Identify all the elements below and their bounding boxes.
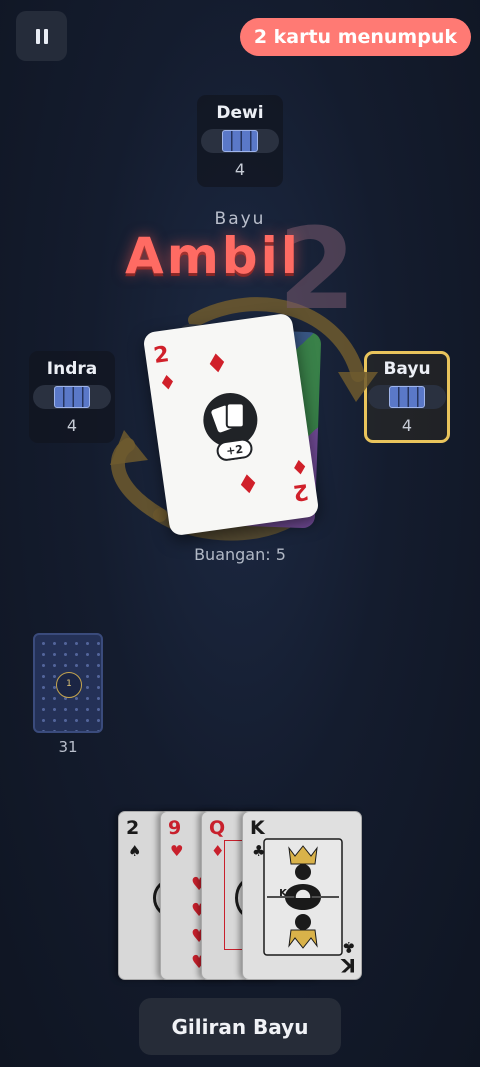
draw-pile[interactable]: 1 <box>33 633 103 733</box>
discard-count: Buangan: 5 <box>194 545 286 564</box>
card-back-icon <box>54 386 90 408</box>
player-name: Indra <box>46 359 98 379</box>
diamond-icon: ♦ <box>234 468 262 502</box>
hand-card[interactable]: K ♣ K ♣ K <box>242 811 362 980</box>
king-medallion: K <box>279 888 287 899</box>
player-name: Dewi <box>216 103 264 123</box>
current-turn-name: Bayu <box>214 209 266 229</box>
card-rank: K <box>341 954 356 976</box>
diamond-icon: ♦ <box>288 453 311 481</box>
discard-top-card: 2 ♦ ♦ +2 ♦ ♦ 2 <box>142 312 320 537</box>
king-face-icon <box>263 838 343 956</box>
player-top: Dewi 4 <box>197 95 283 187</box>
pause-icon <box>35 28 40 44</box>
draw-action-text: Ambil <box>125 227 301 285</box>
card-rank: Q <box>209 817 226 839</box>
card-rank: 2 <box>291 478 310 505</box>
turn-button[interactable]: Giliran Bayu <box>139 998 341 1055</box>
diamond-icon: ♦ <box>203 347 231 381</box>
player-card-count: 4 <box>66 416 78 435</box>
spade-icon: ♠ <box>128 842 142 860</box>
pause-button[interactable] <box>16 11 67 61</box>
card-back-icon <box>389 386 425 408</box>
diamond-icon: ♦ <box>156 369 179 396</box>
card-rank: K <box>250 817 265 839</box>
player-card-count: 4 <box>234 160 246 179</box>
card-rank: 2 <box>126 817 140 839</box>
diamond-icon: ♦ <box>211 842 225 860</box>
player-name: Bayu <box>383 359 431 379</box>
draw-pile-coin: 1 <box>56 672 82 698</box>
heart-icon: ♥ <box>170 842 184 860</box>
card-back-icon <box>222 130 258 152</box>
draw-pile-count: 31 <box>58 738 78 756</box>
card-rank: 9 <box>168 817 182 839</box>
stack-badge: 2 kartu menumpuk <box>239 18 471 56</box>
card-rank: 2 <box>152 342 171 369</box>
player-card-count: 4 <box>401 416 413 435</box>
